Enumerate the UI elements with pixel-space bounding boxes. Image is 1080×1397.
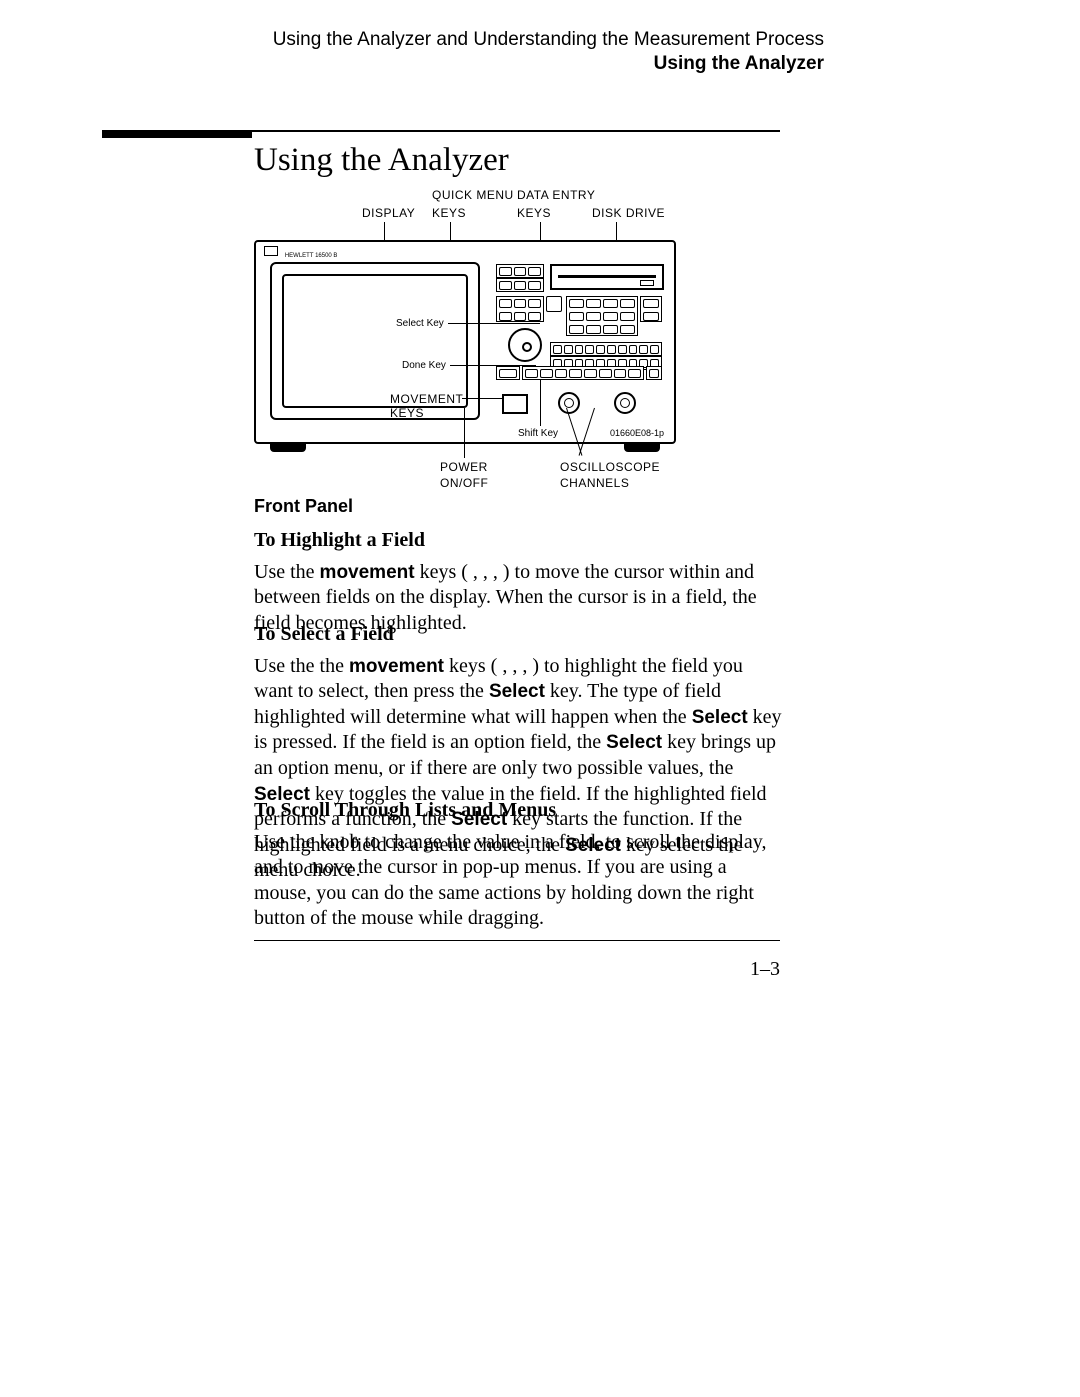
page-number: 1–3: [750, 958, 780, 981]
callout-quick-menu: QUICK MENU: [432, 188, 514, 202]
section-rule: [102, 130, 780, 132]
callout-movement-keys: MOVEMENT KEYS: [390, 392, 463, 420]
keyword-movement: movement: [320, 562, 415, 583]
keyword-movement: movement: [349, 656, 444, 677]
quick-menu-row-2: [496, 278, 544, 292]
hp-logo-icon: [264, 246, 278, 256]
callout-display: DISPLAY: [362, 206, 415, 220]
power-switch: [502, 394, 528, 414]
figure-caption: Front Panel: [254, 496, 353, 517]
callout-channels: CHANNELS: [560, 476, 629, 490]
keyword-select: Select: [489, 681, 545, 702]
section-name: Using the Analyzer: [273, 52, 824, 76]
running-header: Using the Analyzer and Understanding the…: [273, 28, 824, 76]
section-scroll: To Scroll Through Lists and Menus Use th…: [254, 798, 782, 932]
section-highlight: To Highlight a Field Use the movement ke…: [254, 528, 782, 636]
callout-quick-menu-keys: KEYS: [432, 206, 466, 220]
keyword-select: Select: [692, 707, 748, 728]
bnc-connector-2: [614, 392, 636, 414]
callout-data-entry: DATA ENTRY: [517, 188, 595, 202]
leader-line: [462, 398, 502, 399]
front-panel-figure: DISPLAY QUICK MENU KEYS DATA ENTRY KEYS …: [254, 188, 684, 504]
footer-rule: [254, 940, 780, 941]
callout-data-entry-keys: KEYS: [517, 206, 551, 220]
page-title: Using the Analyzer: [254, 142, 509, 179]
analyzer-chassis: HEWLETT 16500 B Select Key Done Key MOVE…: [254, 240, 676, 444]
aux-keys: [640, 296, 662, 322]
callout-onoff: ON/OFF: [440, 476, 488, 490]
spacebar-row: [522, 366, 644, 380]
callout-oscilloscope: OSCILLOSCOPE: [560, 460, 660, 474]
figure-top-callouts: DISPLAY QUICK MENU KEYS DATA ENTRY KEYS …: [254, 188, 684, 236]
callout-disk-drive: DISK DRIVE: [592, 206, 665, 220]
floppy-drive: [550, 264, 664, 290]
floppy-slot: [558, 275, 656, 278]
qwerty-row-1: [550, 342, 662, 356]
keyword-select: Select: [606, 732, 662, 753]
leader-line: [540, 380, 541, 426]
leader-line: [384, 222, 385, 242]
knob-center-icon: [522, 342, 532, 352]
chapter-title: Using the Analyzer and Understanding the…: [273, 28, 824, 52]
callout-shift-key: Shift Key: [518, 428, 558, 439]
shift-key: [496, 366, 520, 380]
numeric-keypad: [566, 296, 638, 336]
select-key-button: [546, 296, 562, 312]
callout-power: POWER: [440, 460, 488, 474]
rotary-knob: [508, 328, 542, 362]
leader-line: [464, 408, 465, 458]
figure-bottom-callouts: POWER ON/OFF OSCILLOSCOPE CHANNELS: [254, 444, 684, 504]
crt-bezel: [282, 274, 468, 408]
heading-scroll: To Scroll Through Lists and Menus: [254, 798, 782, 824]
heading-highlight: To Highlight a Field: [254, 528, 782, 554]
model-text: HEWLETT 16500 B: [285, 253, 338, 259]
paragraph: Use the knob to change the value in a fi…: [254, 830, 782, 932]
arrow-keys-group: [496, 296, 544, 322]
enter-key: [646, 366, 662, 380]
heading-select: To Select a Field: [254, 622, 782, 648]
figure-part-id: 01660E08-1p: [610, 428, 664, 438]
floppy-eject-icon: [640, 280, 654, 286]
brand-badge: HEWLETT 16500 B: [264, 246, 354, 256]
quick-menu-row-1: [496, 264, 544, 278]
bnc-connector-1: [558, 392, 580, 414]
